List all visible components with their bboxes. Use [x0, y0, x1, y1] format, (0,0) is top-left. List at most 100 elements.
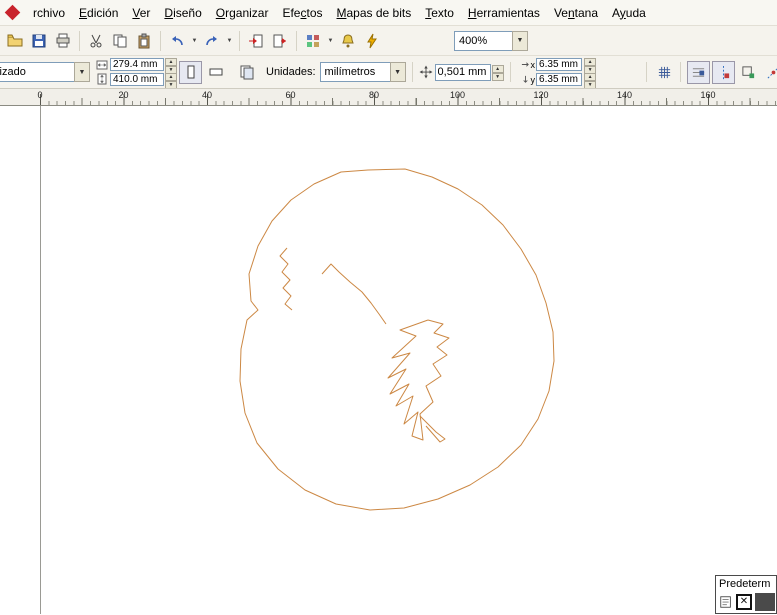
portrait-orientation-button[interactable] — [179, 60, 202, 84]
application-launcher-button[interactable] — [301, 29, 325, 53]
lightning-icon — [367, 33, 377, 48]
duplicate-y-input[interactable] — [536, 73, 583, 86]
traced-lightning-tail[interactable] — [419, 415, 446, 443]
grid-toggle-button[interactable] — [653, 61, 676, 84]
propbar-separator — [509, 62, 511, 82]
spin-up-icon[interactable]: ▲ — [165, 57, 177, 66]
paper-type-input[interactable] — [0, 62, 74, 82]
open-button[interactable] — [3, 29, 27, 53]
spin-down-icon[interactable]: ▼ — [584, 80, 597, 88]
duplicate-y-spinner[interactable]: ▲ ▼ — [584, 72, 597, 88]
menu-item-efectos[interactable]: Efectos — [275, 2, 329, 24]
traced-lightning-shape[interactable] — [387, 319, 450, 441]
menu-item-texto[interactable]: Texto — [418, 2, 461, 24]
snap-to-grid-button[interactable] — [687, 60, 710, 84]
menu-label-part: V — [132, 5, 140, 20]
traced-profile-detail[interactable] — [279, 247, 293, 311]
coreldraw-window: rchivo Edición Ver Diseño Organizar Efec… — [0, 0, 777, 615]
ruler-tick-label: 20 — [118, 90, 129, 100]
duplicate-x-input[interactable] — [536, 58, 583, 71]
spin-up-icon[interactable]: ▲ — [584, 57, 597, 66]
menu-item-edicion[interactable]: Edición — [72, 2, 125, 24]
units-input[interactable] — [319, 62, 390, 82]
bell-icon — [342, 33, 354, 47]
menu-item-ventana[interactable]: Ventana — [547, 2, 605, 24]
ruler-tick-label: 0 — [37, 90, 43, 100]
undo-dropdown-arrow[interactable]: ▼ — [189, 30, 200, 52]
paper-height-spinner[interactable]: ▲ ▼ — [165, 72, 177, 88]
menu-label-part: exto — [431, 5, 454, 20]
import-button[interactable] — [244, 29, 268, 53]
menu-label-part: D — [164, 5, 174, 20]
menu-label-part: E — [79, 5, 88, 20]
corel-online-button[interactable] — [336, 29, 360, 53]
spin-down-icon[interactable]: ▼ — [165, 80, 177, 88]
menu-label-part: dición — [87, 5, 119, 20]
nudge-spinner[interactable]: ▲ ▼ — [491, 65, 504, 81]
printer-icon — [56, 33, 70, 47]
nudge-offset-input[interactable] — [434, 63, 491, 81]
palette-options-icon[interactable] — [719, 595, 733, 609]
export-button[interactable] — [268, 29, 292, 53]
landscape-orientation-button[interactable] — [204, 61, 227, 84]
spin-up-icon[interactable]: ▲ — [584, 72, 597, 81]
toolbar-separator — [239, 30, 240, 51]
units-dropdown-button[interactable]: ▼ — [389, 62, 406, 82]
print-button[interactable] — [51, 29, 75, 53]
launch-button[interactable] — [360, 29, 384, 53]
export-icon — [273, 34, 286, 47]
snap-to-objects-button[interactable] — [737, 61, 760, 84]
menu-item-mapas-de-bits[interactable]: Mapas de bits — [330, 2, 419, 24]
dynamic-guide-icon — [767, 67, 777, 78]
spin-down-icon[interactable]: ▼ — [491, 73, 504, 81]
drawing-canvas[interactable]: Predeterm ✕ — [0, 106, 777, 614]
paper-size-fields: ▲▼ ▲▼ — [110, 57, 177, 88]
zoom-level-combo: ▼ — [454, 30, 528, 51]
snap-options-cluster — [642, 60, 777, 84]
no-fill-swatch[interactable]: ✕ — [736, 594, 752, 610]
landscape-page-icon — [209, 68, 222, 76]
menu-item-herramientas[interactable]: Herramientas — [461, 2, 547, 24]
copy-button[interactable] — [108, 29, 132, 53]
paper-height-icon — [97, 73, 107, 85]
paper-width-spinner[interactable]: ▲ ▼ — [165, 57, 177, 74]
save-button[interactable] — [27, 29, 51, 53]
menu-label-part: tos — [306, 5, 323, 20]
duplicate-y-label: y — [530, 74, 536, 85]
spin-up-icon[interactable]: ▲ — [165, 72, 177, 81]
paper-size-group: ▲▼ ▲▼ — [96, 57, 177, 88]
menu-item-archivo[interactable]: rchivo — [26, 2, 72, 24]
toolbar-separator — [160, 30, 161, 51]
traced-inner-curve[interactable] — [321, 263, 387, 325]
snap-to-guidelines-button[interactable] — [712, 60, 735, 84]
spin-up-icon[interactable]: ▲ — [491, 65, 504, 73]
paper-height-input[interactable] — [110, 73, 164, 86]
menu-label-part: A — [612, 5, 620, 20]
menu-item-ayuda[interactable]: Ayuda — [605, 2, 653, 24]
propbar-separator — [411, 62, 413, 82]
horizontal-ruler[interactable]: 0 20 40 60 80 100 120 140 160 — [0, 89, 777, 106]
redo-dropdown-arrow[interactable]: ▼ — [224, 30, 235, 52]
paper-type-dropdown-button[interactable]: ▼ — [74, 62, 90, 82]
dynamic-guides-button[interactable] — [762, 61, 777, 84]
open-folder-icon — [7, 34, 23, 46]
color-swatch[interactable] — [755, 593, 775, 611]
paste-button[interactable] — [132, 29, 156, 53]
menu-item-ver[interactable]: Ver — [125, 2, 157, 24]
zoom-dropdown-button[interactable]: ▼ — [512, 30, 528, 51]
traced-blob-outline[interactable] — [239, 168, 555, 511]
paper-width-input[interactable] — [110, 58, 164, 71]
menu-label-part: rganizar — [225, 5, 269, 20]
launcher-dropdown-arrow[interactable]: ▼ — [325, 30, 336, 52]
menu-label-part: Ve — [553, 5, 568, 20]
menu-item-organizar[interactable]: Organizar — [209, 2, 276, 24]
cut-button[interactable] — [84, 29, 108, 53]
menu-item-diseno[interactable]: Diseño — [157, 2, 208, 24]
apply-to-all-pages-button[interactable] — [235, 61, 258, 84]
stacked-pages-icon — [240, 65, 253, 80]
redo-button[interactable] — [200, 29, 224, 53]
zoom-level-input[interactable] — [454, 30, 512, 51]
undo-button[interactable] — [165, 29, 189, 53]
palette-popup-icons: ✕ — [716, 591, 776, 613]
duplicate-x-spinner[interactable]: ▲ ▼ — [584, 57, 597, 74]
